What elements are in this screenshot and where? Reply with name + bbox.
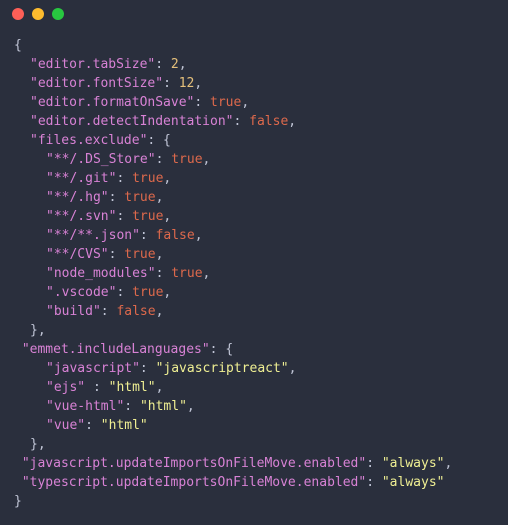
code-line: }: [14, 492, 494, 511]
code-line: "javascript.updateImportsOnFileMove.enab…: [14, 454, 494, 473]
code-line: "files.exclude": {: [14, 131, 494, 150]
code-line: "**/CVS": true,: [14, 245, 494, 264]
code-line: "typescript.updateImportsOnFileMove.enab…: [14, 473, 494, 492]
close-icon[interactable]: [12, 8, 24, 20]
code-line: "**/.hg": true,: [14, 188, 494, 207]
code-line: "**/.DS_Store": true,: [14, 150, 494, 169]
code-line: "**/**.json": false,: [14, 226, 494, 245]
code-line: },: [14, 321, 494, 340]
minimize-icon[interactable]: [32, 8, 44, 20]
code-line: },: [14, 435, 494, 454]
code-line: "editor.formatOnSave": true,: [14, 93, 494, 112]
code-line: "**/.svn": true,: [14, 207, 494, 226]
code-line: "build": false,: [14, 302, 494, 321]
code-line: {: [14, 36, 494, 55]
code-line: "editor.fontSize": 12,: [14, 74, 494, 93]
code-line: "editor.detectIndentation": false,: [14, 112, 494, 131]
code-line: "ejs" : "html",: [14, 378, 494, 397]
window-titlebar: [0, 0, 508, 28]
zoom-icon[interactable]: [52, 8, 64, 20]
code-block: {"editor.tabSize": 2,"editor.fontSize": …: [0, 28, 508, 525]
code-line: "editor.tabSize": 2,: [14, 55, 494, 74]
code-line: "javascript": "javascriptreact",: [14, 359, 494, 378]
code-line: "emmet.includeLanguages": {: [14, 340, 494, 359]
code-line: "**/.git": true,: [14, 169, 494, 188]
code-line: ".vscode": true,: [14, 283, 494, 302]
code-line: "node_modules": true,: [14, 264, 494, 283]
code-line: "vue-html": "html",: [14, 397, 494, 416]
code-line: "vue": "html": [14, 416, 494, 435]
